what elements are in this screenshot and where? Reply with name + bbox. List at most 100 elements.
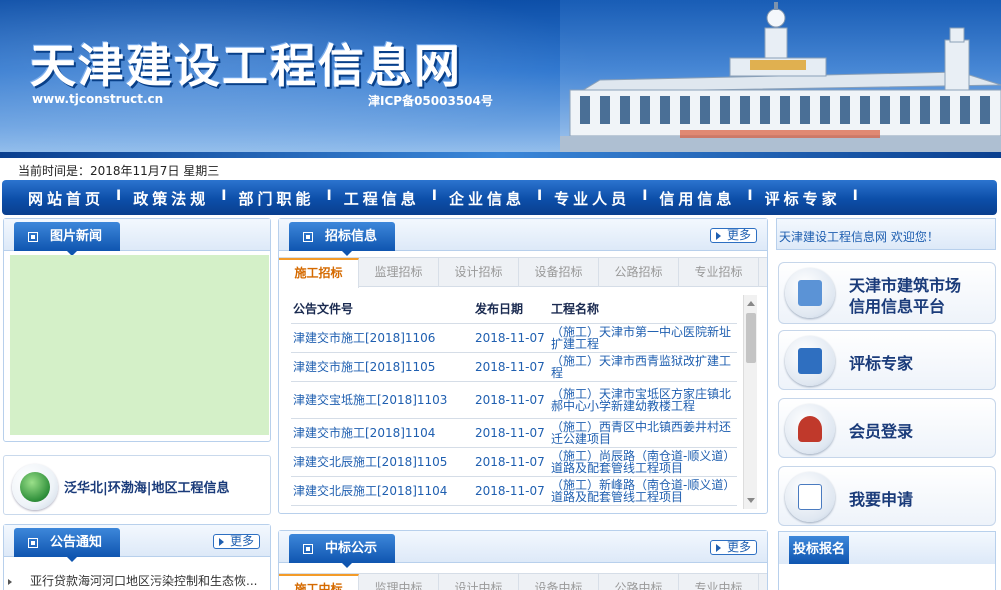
nav-separator: I [221,188,227,204]
project-name[interactable]: （施工）天津市宝坻区方家庄镇北郝中心小学新建幼教楼工程 [549,381,737,419]
doc-number[interactable]: 津建交北辰施工[2018]1105 [291,447,473,477]
picture-news-panel: 图片新闻 [3,218,271,442]
scroll-down-icon[interactable] [747,498,755,503]
expert-book-icon [785,336,835,386]
picture-news-title: 图片新闻 [50,229,103,244]
tab-supervision-tender[interactable]: 监理招标 [359,258,439,287]
table-row[interactable]: 津建交北辰施工[2018]1105 2018-11-07 （施工）尚辰路（南仓道… [291,447,737,477]
publish-date: 2018-11-07 [473,381,549,419]
table-row[interactable]: 津建交市施工[2018]1106 2018-11-07 （施工）天津市第一中心医… [291,323,737,353]
expert-review-button[interactable]: 评标专家 [778,330,996,390]
tab-highway-award[interactable]: 公路中标 [599,574,679,590]
page-root: 天津建设工程信息网 www.tjconstruct.cn 津ICP备050035… [0,0,1001,590]
project-name[interactable]: （施工）尚辰路（南仓道-顺义道）道路及配套管线工程项目 [549,447,737,477]
publish-date: 2018-11-07 [473,323,549,353]
picture-news-tab: 图片新闻 [14,222,121,256]
member-login-label: 会员登录 [849,422,914,441]
award-panel: 中标公示 更多 施工中标 监理中标 设计中标 设备中标 公路中标 专业中标 [278,530,768,590]
credit-platform-line2: 信用信息平台 [849,297,946,316]
col-project-name: 工程名称 [549,295,737,324]
tab-equipment-award[interactable]: 设备中标 [519,574,599,590]
publish-date: 2018-11-07 [473,447,549,477]
tab-pointer [342,251,352,256]
tender-tab: 招标信息 [289,222,396,256]
tab-design-tender[interactable]: 设计招标 [439,258,519,287]
col-publish-date: 发布日期 [473,295,549,324]
project-name[interactable]: （施工）天津市第一中心医院新址扩建工程 [549,323,737,353]
doc-number[interactable]: 津建交北辰施工[2018]1104 [291,476,473,506]
doc-number[interactable]: 津建交市施工[2018]1105 [291,352,473,382]
tender-more-button[interactable]: 更多 [709,228,757,243]
tender-category-tabs: 施工招标 监理招标 设计招标 设备招标 公路招标 专业招标 [279,257,767,288]
nav-experts[interactable]: 评标专家 [765,188,841,209]
table-row[interactable]: 津建交宝坻施工[2018]1103 2018-11-07 （施工）天津市宝坻区方… [291,381,737,419]
nav-policy[interactable]: 政策法规 [133,188,209,209]
nav-separator: I [116,188,122,204]
tab-specialty-award[interactable]: 专业中标 [679,574,759,590]
square-bullet-icon [303,543,313,554]
notice-title: 公告通知 [50,535,103,550]
project-name[interactable]: （施工）新峰路（南仓道-顺义道）道路及配套管线工程项目 [549,476,737,506]
members-icon [785,404,835,454]
credit-platform-button[interactable]: 天津市建筑市场 信用信息平台 [778,262,996,324]
tab-highway-tender[interactable]: 公路招标 [599,258,679,287]
scroll-thumb[interactable] [746,313,756,363]
apply-button[interactable]: 我要申请 [778,466,996,526]
square-bullet-icon [28,537,38,548]
table-row[interactable]: 津建交北辰施工[2018]1104 2018-11-07 （施工）新峰路（南仓道… [291,476,737,506]
col-doc-number: 公告文件号 [291,295,473,324]
nav-items: 网站首页 I 政策法规 I 部门职能 I 工程信息 I 企业信息 I 专业人员 … [28,188,870,209]
table-row[interactable]: 津建交市施工[2018]1105 2018-11-07 （施工）天津市西青监狱改… [291,352,737,382]
tab-design-award[interactable]: 设计中标 [439,574,519,590]
region-info-link[interactable]: 泛华北|环渤海|地区工程信息 [3,455,271,515]
notice-item-text: 亚行贷款海河河口地区污染控制和生态恢... [30,574,258,588]
nav-credit[interactable]: 信用信息 [659,188,735,209]
expert-review-label: 评标专家 [849,354,914,373]
doc-number[interactable]: 津建交宝坻施工[2018]1103 [291,381,473,419]
doc-number[interactable]: 津建交市施工[2018]1104 [291,418,473,448]
tab-construction-tender[interactable]: 施工招标 [279,258,359,288]
award-tab: 中标公示 [289,534,396,568]
publish-date: 2018-11-07 [473,476,549,506]
nav-home[interactable]: 网站首页 [28,188,104,209]
tab-specialty-tender[interactable]: 专业招标 [679,258,759,287]
award-more-button[interactable]: 更多 [709,540,757,555]
project-name[interactable]: （施工）西青区中北镇西姜井村还迁公建项目 [549,418,737,448]
square-bullet-icon [28,231,38,242]
icp-number: 津ICP备05003504号 [368,94,493,108]
site-url[interactable]: www.tjconstruct.cn [32,92,163,106]
scroll-up-icon[interactable] [747,301,755,306]
tender-panel: 招标信息 更多 施工招标 监理招标 设计招标 设备招标 公路招标 专业招标 公告… [278,218,768,514]
tab-construction-award[interactable]: 施工中标 [279,574,359,590]
tab-supervision-award[interactable]: 监理中标 [359,574,439,590]
pen-apply-icon [785,472,835,522]
tab-equipment-tender[interactable]: 设备招标 [519,258,599,287]
main-nav: 网站首页 I 政策法规 I 部门职能 I 工程信息 I 企业信息 I 专业人员 … [2,180,997,215]
nav-companies[interactable]: 企业信息 [449,188,525,209]
notice-list-item[interactable]: 亚行贷款海河河口地区污染控制和生态恢... [8,572,257,589]
table-row[interactable]: 津建交市施工[2018]1104 2018-11-07 （施工）西青区中北镇西姜… [291,418,737,448]
railway-station-image [560,0,1001,158]
project-name[interactable]: （施工）天津市西青监狱改扩建工程 [549,352,737,382]
notice-tab: 公告通知 [14,528,121,562]
credit-platform-icon [785,268,835,318]
region-info-label: 泛华北|环渤海|地区工程信息 [64,481,230,496]
panel-header: 中标公示 更多 [279,531,767,568]
nav-departments[interactable]: 部门职能 [238,188,314,209]
doc-number[interactable]: 津建交市施工[2018]1106 [291,323,473,353]
welcome-text: 天津建设工程信息网 欢迎您！ [779,230,939,244]
nav-separator: I [536,188,543,204]
tab-pointer [67,557,77,562]
nav-projects[interactable]: 工程信息 [344,188,420,209]
nav-professionals[interactable]: 专业人员 [554,188,630,209]
notice-more-button[interactable]: 更多 [212,534,260,549]
table-scrollbar[interactable] [743,295,757,509]
member-login-button[interactable]: 会员登录 [778,398,996,458]
panel-header: 图片新闻 [4,219,270,256]
header-banner: 天津建设工程信息网 www.tjconstruct.cn 津ICP备050035… [0,0,1001,158]
current-date: 当前时间是：2018年11月7日 星期三 [18,164,220,178]
nav-separator: I [747,188,753,204]
table-header-row: 公告文件号 发布日期 工程名称 [291,295,737,324]
date-bar: 当前时间是：2018年11月7日 星期三 [0,158,1001,180]
picture-news-image[interactable] [10,255,269,435]
